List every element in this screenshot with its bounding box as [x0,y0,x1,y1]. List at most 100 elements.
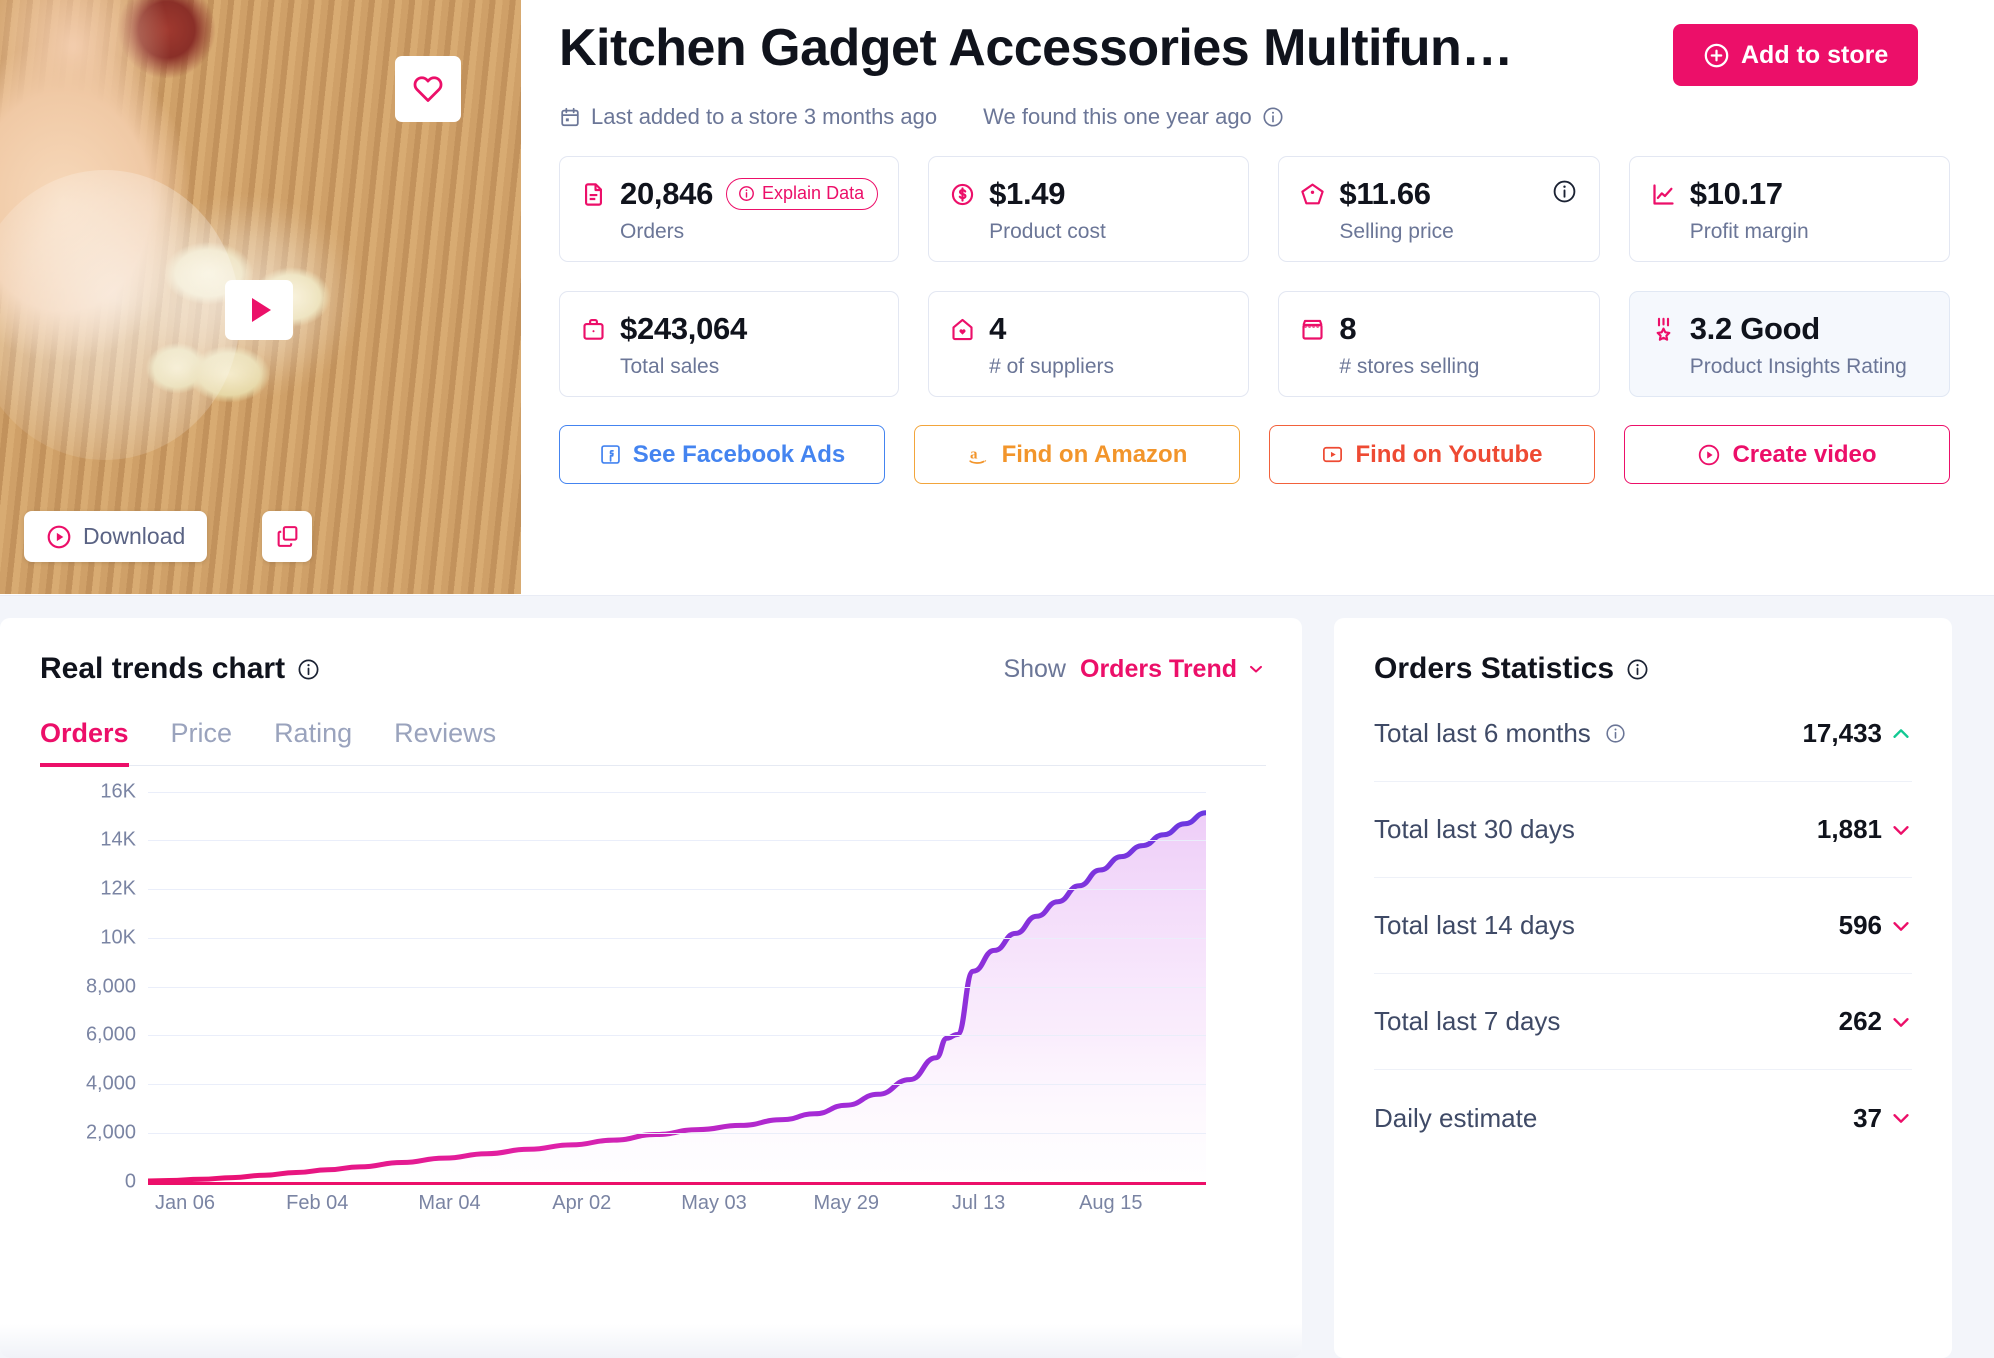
metric-label: Total sales [620,355,720,378]
chart-x-tick-label: Mar 04 [418,1191,481,1214]
info-icon[interactable] [1552,179,1577,204]
chart-title-text: Real trends chart [40,652,286,685]
card-top: 3.2 Good [1650,311,1929,347]
product-media[interactable]: Download [0,0,521,594]
stat-value-text: 17,433 [1802,718,1882,748]
explain-data-button[interactable]: Explain Data [726,178,879,210]
metric-card-stores-selling: 8 # stores selling [1278,291,1600,397]
youtube-icon [1321,443,1344,466]
stat-value-text: 37 [1853,1102,1882,1133]
trend-down-icon [1890,1011,1912,1033]
chart-title: Real trends chart [40,652,320,686]
chart-x-tick-label: Feb 04 [286,1191,349,1214]
metric-value: $243,064 [620,311,747,346]
metric-card-selling-price: $11.66 Selling price [1278,156,1600,262]
create-video-button[interactable]: Create video [1624,425,1950,484]
trend-up-icon [1890,723,1912,745]
chart-gridline [148,937,1206,939]
stat-row[interactable]: Daily estimate 37 [1374,1070,1912,1166]
chart-x-tick-label: Jul 13 [951,1191,1006,1214]
metric-label: # stores selling [1339,355,1480,378]
tab-orders[interactable]: Orders [40,718,129,767]
info-icon[interactable] [1626,658,1649,681]
see-facebook-ads-button[interactable]: See Facebook Ads [559,425,885,484]
metric-card-orders: 20,846 Explain Data Orders [559,156,900,262]
play-video-button[interactable] [225,280,293,340]
metric-value: 3.2 Good [1689,311,1821,346]
chart-x-tick-label: Apr 02 [552,1191,612,1214]
chart-x-tick-label: Aug 15 [1079,1191,1143,1214]
chart-y-tick-label: 4,000 [85,1072,136,1095]
info-icon[interactable] [1262,106,1284,128]
briefcase-icon [580,316,607,343]
stat-value: 262 [1839,1006,1912,1037]
info-icon[interactable] [1605,723,1626,744]
metric-label: Profit margin [1689,220,1809,243]
metric-cards: 20,846 Explain Data Orders $1.49 Product… [559,156,1950,397]
create-video-label: Create video [1732,440,1877,468]
real-trends-chart-panel: Real trends chart Show Orders Trend Orde… [0,618,1302,1358]
metric-card-profit-margin: $10.17 Profit margin [1628,156,1950,262]
stat-row[interactable]: Total last 7 days 262 [1374,974,1912,1070]
chart-gridline [148,986,1206,988]
product-info: Kitchen Gadget Accessories Multifun… Add… [521,0,1994,595]
add-to-store-button[interactable]: Add to store [1673,24,1919,86]
stats-title-text: Orders Statistics [1374,652,1615,685]
page-title: Kitchen Gadget Accessories Multifun… [559,19,1513,77]
tab-price[interactable]: Price [171,718,233,765]
metric-label: Product cost [989,220,1106,243]
metric-label: Selling price [1339,220,1454,243]
trend-down-icon [1890,1107,1912,1129]
found-text: We found this one year ago [983,104,1252,129]
stat-row[interactable]: Total last 14 days 596 [1374,878,1912,974]
product-header-section: Download Kitchen Gadget Accessories Mult… [0,0,1994,596]
chart-y-tick-label: 6,000 [85,1023,136,1046]
stat-value-text: 596 [1838,910,1882,940]
metric-card-total-sales: $243,064 Total sales [559,291,900,397]
play-circle-icon [46,524,72,550]
trend-down-icon [1890,915,1912,937]
find-on-youtube-button[interactable]: Find on Youtube [1269,425,1595,484]
found-meta: We found this one year ago [983,104,1284,130]
stat-value: 17,433 [1802,718,1912,749]
favorite-button[interactable] [395,56,461,122]
last-added-text: Last added to a store 3 months ago [591,104,938,129]
chart-y-tick-label: 10K [100,926,136,949]
find-on-amazon-button[interactable]: a Find on Amazon [914,425,1240,484]
chart-y-tick-label: 16K [100,780,136,802]
stat-row[interactable]: Total last 30 days 1,881 [1374,782,1912,878]
metric-card-product-cost: $1.49 Product cost [928,156,1250,262]
stat-label-text: Total last 7 days [1374,1006,1561,1036]
metric-value: $10.17 [1689,176,1783,211]
chart-gridline [148,840,1206,842]
info-icon[interactable] [297,658,320,681]
heart-icon [413,74,443,104]
stat-label: Total last 7 days [1374,1006,1560,1037]
chart-x-axis: Jan 06 Feb 04 Mar 04 Apr 02 May 03 May 29 Jul … [148,1192,1206,1232]
stat-row[interactable]: Total last 6 months 17,433 [1374,686,1912,782]
tab-rating[interactable]: Rating [274,718,352,765]
stat-label: Total last 30 days [1374,814,1575,845]
chart-y-tick-label: 0 [124,1170,136,1192]
show-value[interactable]: Orders Trend [1080,655,1266,684]
chart-tabs: Orders Price Rating Reviews [40,718,1266,767]
find-on-youtube-label: Find on Youtube [1355,440,1543,468]
chart-gridline [148,1035,1206,1037]
show-selector[interactable]: Show Orders Trend [1003,655,1266,684]
download-button[interactable]: Download [24,511,208,562]
copy-button[interactable] [262,511,312,562]
tab-reviews[interactable]: Reviews [394,718,496,765]
storefront-icon [1299,316,1326,343]
svg-text:a: a [970,446,978,462]
card-top: $243,064 [580,311,878,347]
analytics-section: Real trends chart Show Orders Trend Orde… [0,596,1994,1358]
stat-value-text: 1,881 [1816,814,1882,844]
chart-y-tick-label: 14K [100,828,136,851]
chart-x-tick-label: May 03 [681,1191,747,1214]
chart-area-fill [148,812,1206,1182]
chart-gridline [148,1084,1206,1085]
stat-label-text: Daily estimate [1374,1102,1538,1133]
chart-bottom-fade [0,1324,1302,1358]
play-circle-icon [1697,443,1721,467]
last-added-meta: Last added to a store 3 months ago [559,104,937,130]
